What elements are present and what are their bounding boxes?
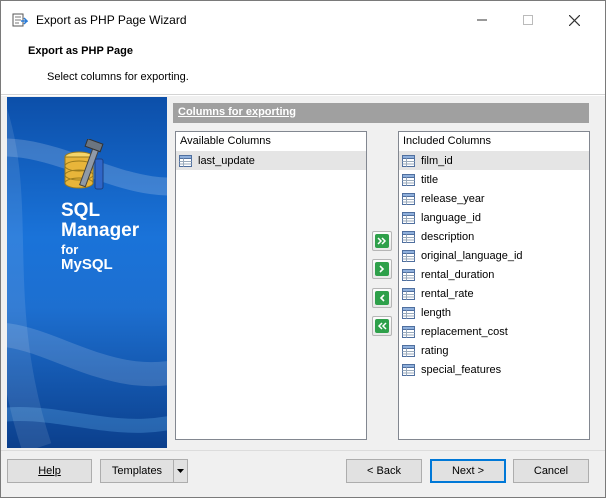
columns-group-header: Columns for exporting	[173, 103, 589, 123]
included-columns-caption: Included Columns	[403, 135, 492, 147]
double-chevron-left-icon	[377, 322, 387, 330]
table-column-icon	[179, 154, 192, 167]
table-column-icon	[402, 363, 415, 376]
cancel-button[interactable]: Cancel	[513, 459, 589, 483]
wizard-window: Export as PHP Page Wizard Export as PHP …	[0, 0, 606, 498]
next-button-label: Next >	[451, 465, 485, 477]
table-column-icon	[402, 344, 415, 357]
included-columns-list[interactable]: Included Columns film_idtitle release_yea…	[398, 131, 590, 440]
page-title: Export as PHP Page	[28, 45, 133, 57]
list-item[interactable]: last_update	[176, 151, 366, 170]
add-button[interactable]	[372, 259, 392, 279]
help-button-label: Help	[38, 465, 61, 477]
list-item[interactable]: special_features	[399, 360, 589, 379]
list-item-label: rating	[421, 344, 449, 357]
list-item[interactable]: rental_rate	[399, 284, 589, 303]
back-button[interactable]: < Back	[346, 459, 422, 483]
banner-line-for: for	[61, 242, 79, 257]
close-button[interactable]	[551, 1, 597, 39]
list-item-label: title	[421, 173, 439, 186]
list-item[interactable]: replacement_cost	[399, 322, 589, 341]
maximize-button[interactable]	[505, 1, 551, 39]
list-item-label: special_features	[421, 363, 502, 376]
table-column-icon	[402, 306, 415, 319]
add-all-button[interactable]	[372, 231, 392, 251]
minimize-button[interactable]	[459, 1, 505, 39]
list-item-label: description	[421, 230, 475, 243]
title-bar: Export as PHP Page Wizard	[1, 1, 605, 39]
available-columns-caption: Available Columns	[180, 135, 271, 147]
close-icon	[568, 14, 580, 26]
wizard-header: Export as PHP Page Select columns for ex…	[1, 39, 605, 95]
banner-line-mysql: MySQL	[61, 256, 113, 273]
list-item-label: original_language_id	[421, 249, 523, 262]
back-button-label: < Back	[367, 465, 401, 477]
wizard-footer: Help Templates < Back Next > Cancel	[1, 450, 605, 497]
list-item[interactable]: rental_duration	[399, 265, 589, 284]
available-columns-list[interactable]: Available Columns last_update	[175, 131, 367, 440]
list-item-label: last_update	[198, 154, 255, 167]
list-item[interactable]: original_language_id	[399, 246, 589, 265]
list-item[interactable]: length	[399, 303, 589, 322]
list-item[interactable]: description	[399, 227, 589, 246]
remove-all-button[interactable]	[372, 316, 392, 336]
banner-text: SQL Manager for MySQL	[61, 201, 139, 273]
wizard-body: SQL Manager for MySQL Columns for export…	[1, 96, 605, 450]
list-item-label: film_id	[421, 154, 453, 167]
templates-button-label: Templates	[111, 465, 163, 477]
chevron-right-icon	[379, 265, 385, 273]
chevron-left-icon	[379, 294, 385, 302]
database-tools-icon	[64, 139, 104, 190]
table-column-icon	[402, 192, 415, 205]
product-banner: SQL Manager for MySQL	[7, 97, 167, 448]
next-button[interactable]: Next >	[430, 459, 506, 483]
export-wizard-icon	[12, 13, 28, 27]
maximize-icon	[523, 15, 533, 25]
list-item[interactable]: title	[399, 170, 589, 189]
caret-down-icon	[177, 469, 184, 473]
table-column-icon	[402, 211, 415, 224]
minimize-icon	[477, 19, 487, 21]
double-chevron-right-icon	[377, 237, 387, 245]
table-column-icon	[402, 230, 415, 243]
table-column-icon	[402, 325, 415, 338]
banner-line-sql: SQL	[61, 200, 101, 221]
help-button[interactable]: Help	[7, 459, 92, 483]
list-item[interactable]: language_id	[399, 208, 589, 227]
page-subtitle: Select columns for exporting.	[47, 71, 189, 83]
list-item[interactable]: release_year	[399, 189, 589, 208]
remove-button[interactable]	[372, 288, 392, 308]
table-column-icon	[402, 154, 415, 167]
table-column-icon	[402, 268, 415, 281]
list-item-label: rental_duration	[421, 268, 495, 281]
list-item-label: release_year	[421, 192, 485, 205]
templates-dropdown-button[interactable]	[173, 459, 188, 483]
table-column-icon	[402, 249, 415, 262]
list-item-label: replacement_cost	[421, 325, 508, 338]
table-column-icon	[402, 173, 415, 186]
list-item-label: rental_rate	[421, 287, 474, 300]
list-item[interactable]: rating	[399, 341, 589, 360]
banner-line-manager: Manager	[61, 220, 140, 241]
table-column-icon	[402, 287, 415, 300]
window-title: Export as PHP Page Wizard	[36, 13, 187, 27]
templates-button[interactable]: Templates	[100, 459, 174, 483]
list-item[interactable]: film_id	[399, 151, 589, 170]
cancel-button-label: Cancel	[533, 465, 569, 477]
group-title: Columns for exporting	[178, 106, 296, 118]
list-item-label: language_id	[421, 211, 481, 224]
list-item-label: length	[421, 306, 451, 319]
